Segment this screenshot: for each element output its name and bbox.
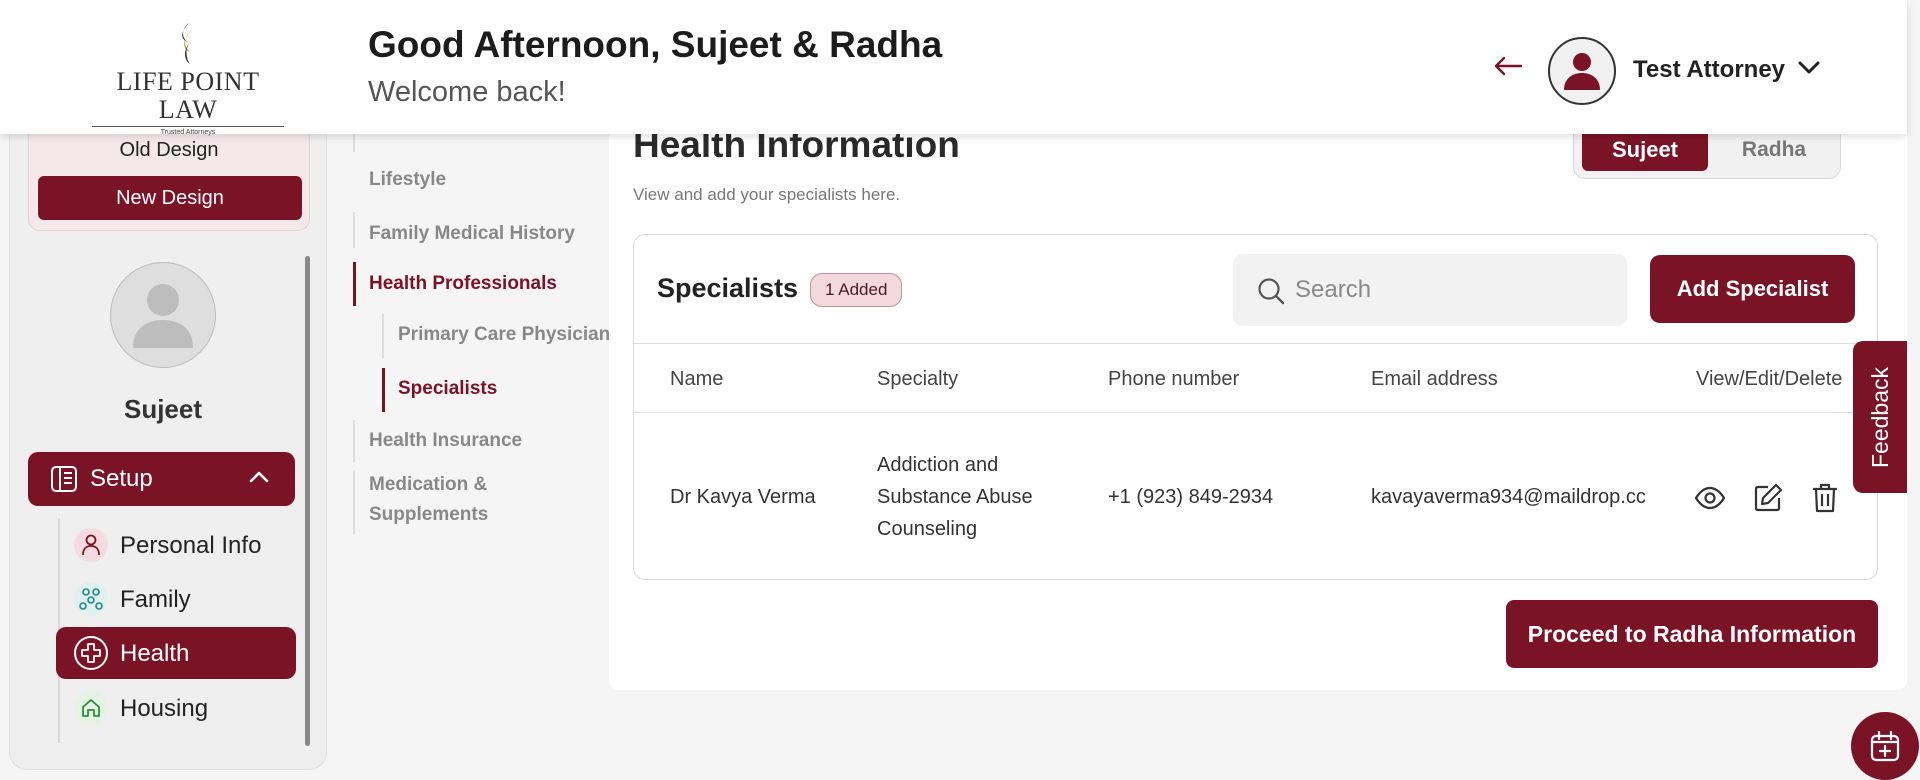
health-subnav: Lifestyle Family Medical History Health … [350, 120, 620, 540]
setup-label: Setup [90, 465, 153, 492]
sidebar-item-label: Housing [120, 695, 209, 722]
page-subtitle: View and add your specialists here. [633, 185, 901, 204]
toggle-sujeet[interactable]: Sujeet [1582, 129, 1708, 171]
count-badge: 1 Added [810, 273, 903, 307]
top-header: LIFE POINT LAW Trusted Attorneys Good Af… [0, 0, 1907, 136]
cell-specialty-line3: Counseling [877, 518, 978, 540]
column-header-email: Email address [1371, 368, 1498, 390]
family-icon [74, 582, 108, 616]
subnav-line [353, 420, 355, 462]
calendar-add-icon [1870, 730, 1900, 762]
subnav-health-insurance[interactable]: Health Insurance [369, 430, 522, 452]
new-design-button[interactable]: New Design [38, 176, 302, 220]
subnav-primary-care-physician[interactable]: Primary Care Physician [398, 324, 610, 346]
subnav-active-bar [353, 262, 356, 306]
subnav-family-medical-history[interactable]: Family Medical History [369, 223, 575, 245]
chevron-up-icon [249, 471, 269, 483]
cell-name: Dr Kavya Verma [670, 486, 816, 508]
search-icon [1258, 278, 1285, 305]
sidebar-item-housing[interactable]: Housing [56, 682, 296, 734]
subnav-medication-supplements[interactable]: Medication & [369, 474, 487, 496]
logo-tagline: Trusted Attorneys [160, 129, 216, 136]
subnav-lifestyle[interactable]: Lifestyle [369, 169, 446, 191]
user-avatar-icon [1564, 53, 1600, 90]
design-switcher: Old Design New Design [28, 121, 310, 231]
cell-phone: +1 (923) 849-2934 [1108, 486, 1274, 508]
sidebar-scrollbar[interactable] [305, 256, 310, 746]
cell-specialty-line2: Substance Abuse [877, 486, 1033, 508]
left-sidebar: Old Design New Design Sujeet Setup Perso… [9, 120, 327, 770]
setup-book-icon [51, 466, 77, 492]
greeting-title: Good Afternoon, Sujeet & Radha [368, 24, 943, 65]
arrow-left-icon[interactable] [1493, 56, 1523, 81]
chevron-down-icon[interactable] [1797, 60, 1821, 81]
user-avatar[interactable] [1548, 37, 1616, 105]
cell-specialty-line1: Addiction and [877, 454, 999, 476]
health-cross-icon [74, 636, 108, 670]
subnav-specialists[interactable]: Specialists [398, 378, 497, 400]
specialists-title: Specialists [657, 273, 799, 303]
sidebar-item-label: Personal Info [120, 532, 262, 559]
profile-avatar[interactable] [110, 262, 216, 368]
sidebar-item-label: Health [120, 640, 190, 667]
person-placeholder-icon [133, 284, 193, 348]
column-header-name: Name [670, 368, 724, 390]
eye-icon[interactable] [1694, 482, 1726, 519]
company-logo[interactable]: LIFE POINT LAW Trusted Attorneys [86, 20, 290, 136]
logo-flame-icon [182, 22, 192, 64]
subnav-health-professionals[interactable]: Health Professionals [369, 273, 557, 295]
subnav-active-bar [382, 368, 385, 412]
edit-icon[interactable] [1752, 482, 1784, 519]
subnav-line [353, 212, 355, 248]
feedback-tab[interactable]: Feedback [1853, 341, 1907, 493]
column-header-actions: View/Edit/Delete [1696, 368, 1843, 390]
column-header-specialty: Specialty [877, 368, 959, 390]
subnav-medication-supplements-line2[interactable]: Supplements [369, 504, 488, 526]
specialists-card: Specialists 1 Added Add Specialist Name … [633, 234, 1878, 580]
user-name[interactable]: Test Attorney [1633, 56, 1785, 84]
old-design-option[interactable]: Old Design [29, 139, 309, 162]
setup-section-toggle[interactable]: Setup [28, 452, 295, 506]
cell-email: kavayaverma934@maildrop.cc [1371, 486, 1646, 508]
logo-divider [92, 126, 284, 127]
logo-text: LIFE POINT LAW [116, 67, 260, 124]
sidebar-item-health[interactable]: Health [56, 627, 296, 679]
house-icon [74, 691, 108, 725]
search-input[interactable] [1295, 270, 1605, 310]
sidebar-item-personal-info[interactable]: Personal Info [56, 519, 296, 571]
profile-name: Sujeet [123, 394, 203, 424]
toggle-radha[interactable]: Radha [1714, 129, 1834, 171]
calendar-add-button[interactable] [1851, 712, 1919, 780]
person-icon [74, 528, 108, 562]
subnav-line [353, 470, 355, 534]
welcome-text: Welcome back! [368, 76, 566, 108]
table-divider [634, 343, 1877, 344]
proceed-button[interactable]: Proceed to Radha Information [1506, 600, 1878, 668]
sidebar-item-label: Family [120, 586, 191, 613]
column-header-phone: Phone number [1108, 368, 1240, 390]
trash-icon[interactable] [1810, 482, 1840, 519]
subnav-line [382, 314, 384, 358]
feedback-label: Feedback [1866, 366, 1893, 468]
sidebar-item-family[interactable]: Family [56, 573, 296, 625]
add-specialist-button[interactable]: Add Specialist [1650, 255, 1855, 323]
table-divider [634, 412, 1877, 413]
search-box[interactable] [1233, 254, 1627, 326]
